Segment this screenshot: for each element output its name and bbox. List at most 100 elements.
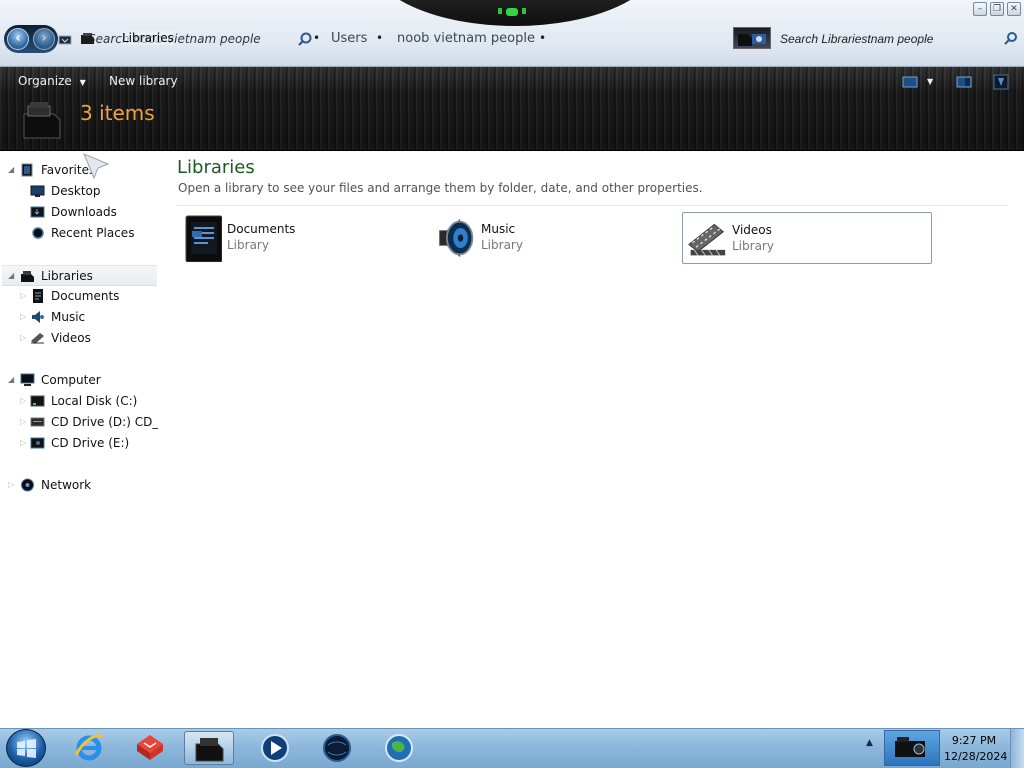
favorites-icon: [21, 163, 33, 177]
search-icon[interactable]: [296, 31, 314, 49]
start-button[interactable]: [6, 729, 46, 767]
nav-label: Downloads: [51, 205, 117, 219]
close-button[interactable]: ✕: [1007, 2, 1021, 16]
clock-time: 9:27 PM: [951, 734, 997, 747]
show-desktop-button[interactable]: [1010, 729, 1024, 768]
nav-favorites-desktop[interactable]: Desktop: [30, 181, 158, 201]
taskbar-libraries-explorer[interactable]: [184, 731, 234, 765]
address-ghost-text: Search noob vietnam people: [88, 32, 261, 46]
divider: [176, 205, 1008, 206]
organize-label: Organize: [18, 74, 72, 88]
nav-label: Local Disk (C:): [51, 394, 138, 408]
search-input[interactable]: [780, 27, 1024, 51]
expand-arrow-icon[interactable]: ▷: [8, 475, 14, 495]
search-thumbnail-icon: [733, 27, 771, 49]
network-icon: [21, 478, 34, 492]
maximize-button[interactable]: ❐: [990, 2, 1004, 16]
nav-favorites-recent-places[interactable]: Recent Places: [30, 223, 158, 243]
taskbar-media-player[interactable]: [250, 731, 300, 765]
downloads-icon: [30, 206, 45, 218]
library-type: Library: [732, 239, 774, 253]
desktop-icon: [30, 185, 45, 197]
documents-library-icon: [185, 215, 222, 262]
nav-libraries-music[interactable]: ▷ Music: [20, 307, 158, 327]
library-type: Library: [481, 238, 523, 252]
library-name: Videos: [732, 223, 772, 237]
expand-arrow-icon[interactable]: ▷: [20, 286, 26, 306]
nav-libraries-documents[interactable]: ▷ Documents: [20, 286, 158, 306]
page-subtitle: Open a library to see your files and arr…: [178, 181, 703, 195]
mouse-cursor-icon: [83, 153, 110, 180]
nav-libraries[interactable]: ◢ Libraries: [2, 265, 157, 286]
green-globe-icon: [385, 734, 413, 762]
videos-icon: [31, 333, 44, 344]
system-clock[interactable]: 9:27 PM 12/28/2024: [944, 733, 1008, 765]
nav-label: CD Drive (E:): [51, 436, 130, 450]
help-icon[interactable]: [993, 74, 1009, 90]
expand-arrow-icon[interactable]: ▷: [20, 391, 26, 411]
libraries-large-icon: [23, 102, 61, 139]
red-cube-app-icon: [137, 735, 163, 760]
tray-app-icon[interactable]: [884, 730, 940, 766]
minimize-button[interactable]: –: [973, 2, 987, 16]
documents-icon: [33, 289, 43, 303]
library-tile-music[interactable]: Music Library: [432, 212, 682, 264]
collapse-arrow-icon[interactable]: ◢: [8, 370, 14, 390]
nav-computer-local-disk[interactable]: ▷ Local Disk (C:): [20, 391, 158, 411]
preview-pane-icon[interactable]: [956, 74, 972, 90]
expand-arrow-icon[interactable]: ▷: [20, 433, 26, 453]
search-submit-icon[interactable]: [1003, 31, 1019, 47]
collapse-arrow-icon[interactable]: ◢: [8, 266, 14, 286]
breadcrumb-users[interactable]: Users: [331, 31, 367, 46]
taskbar-green-globe[interactable]: [374, 731, 424, 765]
collapse-arrow-icon[interactable]: ◢: [8, 160, 14, 180]
view-options-chevron-icon[interactable]: ▼: [927, 77, 933, 86]
status-led-icon: [498, 8, 526, 16]
address-current-location[interactable]: Libraries: [122, 31, 174, 45]
nav-label: Computer: [41, 373, 101, 387]
taskbar-dark-globe[interactable]: [312, 731, 362, 765]
nav-label: CD Drive (D:) CD_RC: [51, 415, 158, 429]
nav-label: Documents: [51, 289, 120, 303]
taskbar-red-cube-app[interactable]: [125, 731, 175, 765]
library-tile-documents[interactable]: Documents Library: [178, 212, 428, 264]
expand-arrow-icon[interactable]: ▷: [20, 328, 26, 348]
hard-disk-icon: [30, 395, 45, 407]
taskbar-internet-explorer[interactable]: [64, 731, 114, 765]
change-view-icon[interactable]: [902, 74, 918, 90]
clock-date: 12/28/2024: [944, 750, 1008, 763]
nav-favorites-downloads[interactable]: Downloads: [30, 202, 158, 222]
nav-libraries-videos[interactable]: ▷ Videos: [20, 328, 158, 348]
page-title: Libraries: [177, 157, 255, 178]
organize-button[interactable]: Organize ▼: [18, 74, 86, 88]
nav-computer-cd-drive-d[interactable]: ▷ CD Drive (D:) CD_RC: [20, 412, 158, 432]
nav-label: Music: [51, 310, 86, 324]
internet-explorer-icon: [74, 734, 104, 761]
tray-expand-icon[interactable]: ▲: [866, 738, 873, 748]
nav-network[interactable]: ▷ Network: [8, 475, 158, 495]
expand-arrow-icon[interactable]: ▷: [20, 412, 26, 432]
nav-computer[interactable]: ◢ Computer: [8, 370, 158, 390]
new-library-button[interactable]: New library: [109, 74, 178, 88]
forward-button[interactable]: ›: [33, 28, 55, 50]
music-library-icon: [439, 218, 474, 258]
expand-arrow-icon[interactable]: ▷: [20, 307, 26, 327]
item-count: 3 items: [80, 101, 155, 125]
navigation-buttons: ‹ ›: [4, 25, 58, 53]
breadcrumb-user-folder[interactable]: noob vietnam people: [397, 31, 535, 46]
library-name: Documents: [227, 222, 296, 236]
videos-library-icon: [688, 223, 726, 256]
media-player-icon: [261, 734, 289, 762]
windows-logo-icon: [17, 739, 36, 758]
breadcrumb-separator: •: [539, 31, 547, 45]
address-bar[interactable]: Search noob vietnam people Libraries: [74, 27, 324, 51]
library-tile-videos[interactable]: Videos Library: [682, 212, 932, 264]
cd-drive-icon: [30, 437, 45, 449]
nav-label: Videos: [51, 331, 91, 345]
library-type: Library: [227, 238, 269, 252]
nav-label: Libraries: [41, 269, 93, 283]
back-button[interactable]: ‹: [7, 28, 29, 50]
recent-pages-icon[interactable]: [58, 33, 72, 47]
recent-places-icon: [32, 227, 44, 239]
nav-computer-cd-drive-e[interactable]: ▷ CD Drive (E:): [20, 433, 158, 453]
